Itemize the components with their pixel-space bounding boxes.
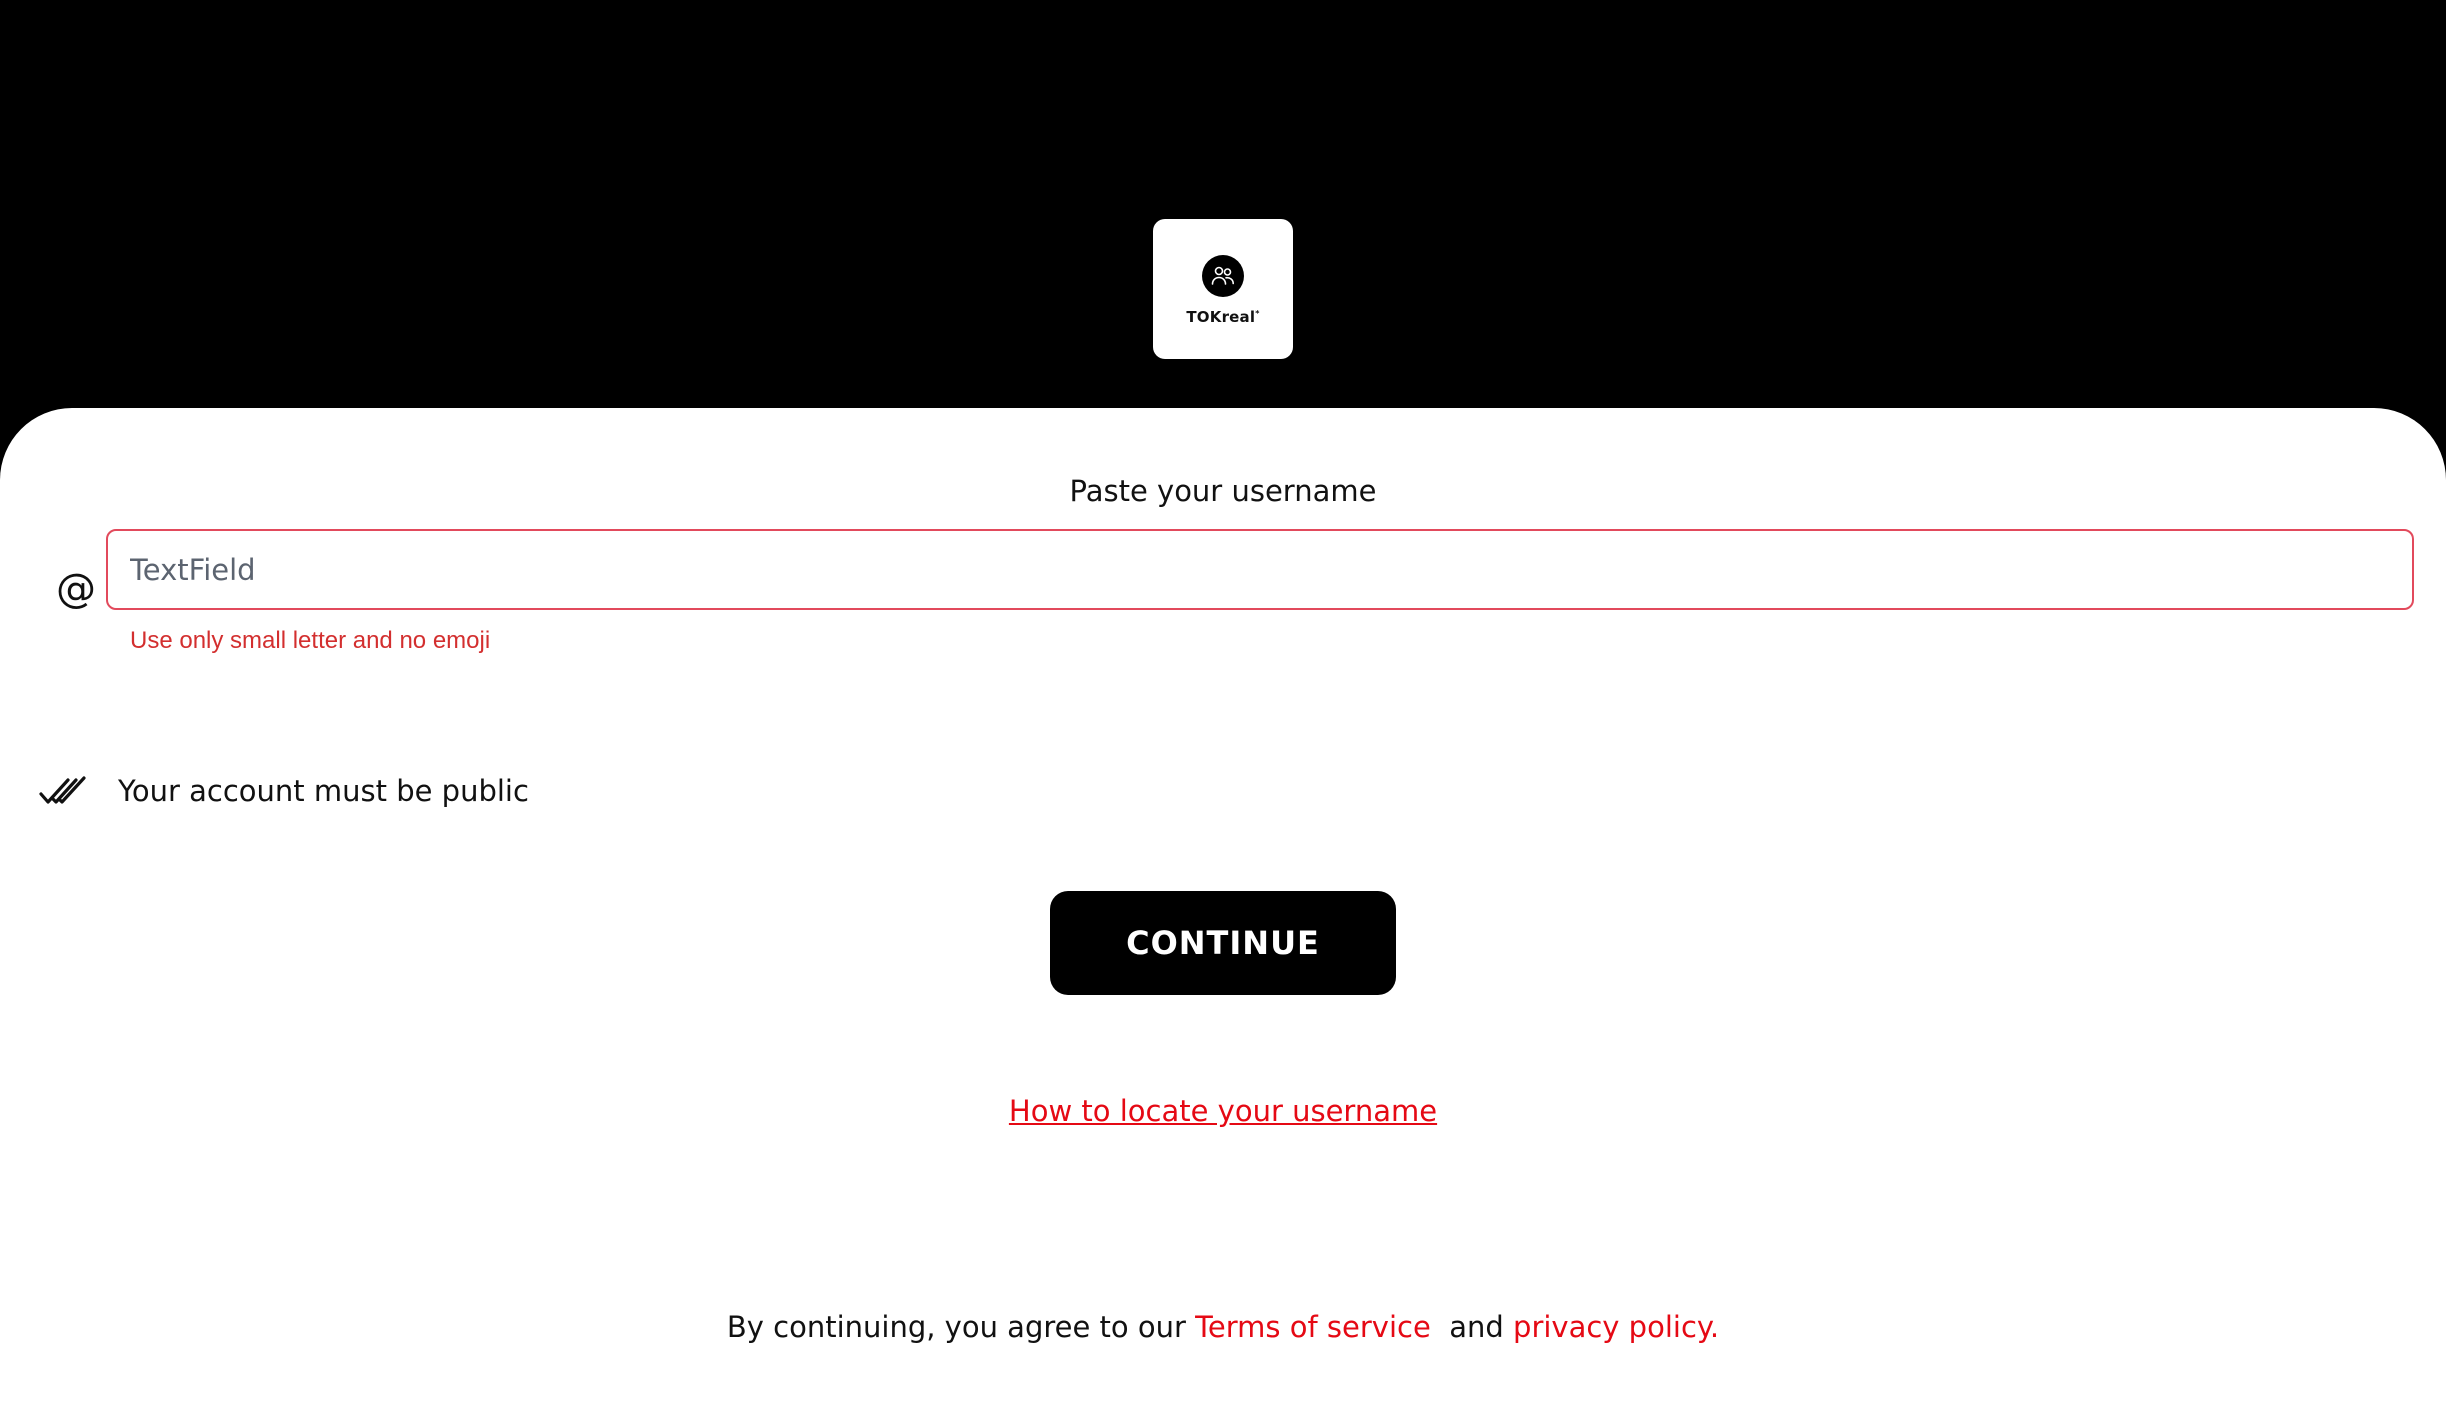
- double-check-icon: [39, 776, 86, 804]
- requirement-text: Your account must be public: [118, 774, 529, 808]
- legal-and: and: [1449, 1310, 1504, 1344]
- legal-notice: By continuing, you agree to our Terms of…: [0, 1310, 2446, 1344]
- terms-of-service-link[interactable]: Terms of service: [1195, 1310, 1431, 1344]
- legal-prefix: By continuing, you agree to our: [726, 1310, 1186, 1344]
- username-input[interactable]: [106, 529, 2414, 610]
- logo-mark: *: [1255, 309, 1260, 318]
- app-logo: TOKreal*: [1153, 219, 1293, 359]
- continue-button[interactable]: CONTINUE: [1050, 891, 1396, 995]
- help-link-row: How to locate your username: [0, 1094, 2446, 1128]
- username-error-message: Use only small letter and no emoji: [130, 627, 491, 654]
- locate-username-link[interactable]: How to locate your username: [1009, 1094, 1437, 1128]
- content-sheet: Paste your username @ Use only small let…: [0, 408, 2446, 1408]
- users-icon: [1202, 255, 1244, 297]
- page: TOKreal* Paste your username @ Use only …: [0, 0, 2446, 1408]
- privacy-policy-link[interactable]: privacy policy.: [1513, 1310, 1719, 1344]
- page-title: Paste your username: [1069, 474, 1377, 508]
- logo-wordmark: TOKreal*: [1153, 308, 1293, 326]
- logo-text: TOKreal: [1186, 308, 1256, 326]
- at-prefix: @: [56, 566, 96, 612]
